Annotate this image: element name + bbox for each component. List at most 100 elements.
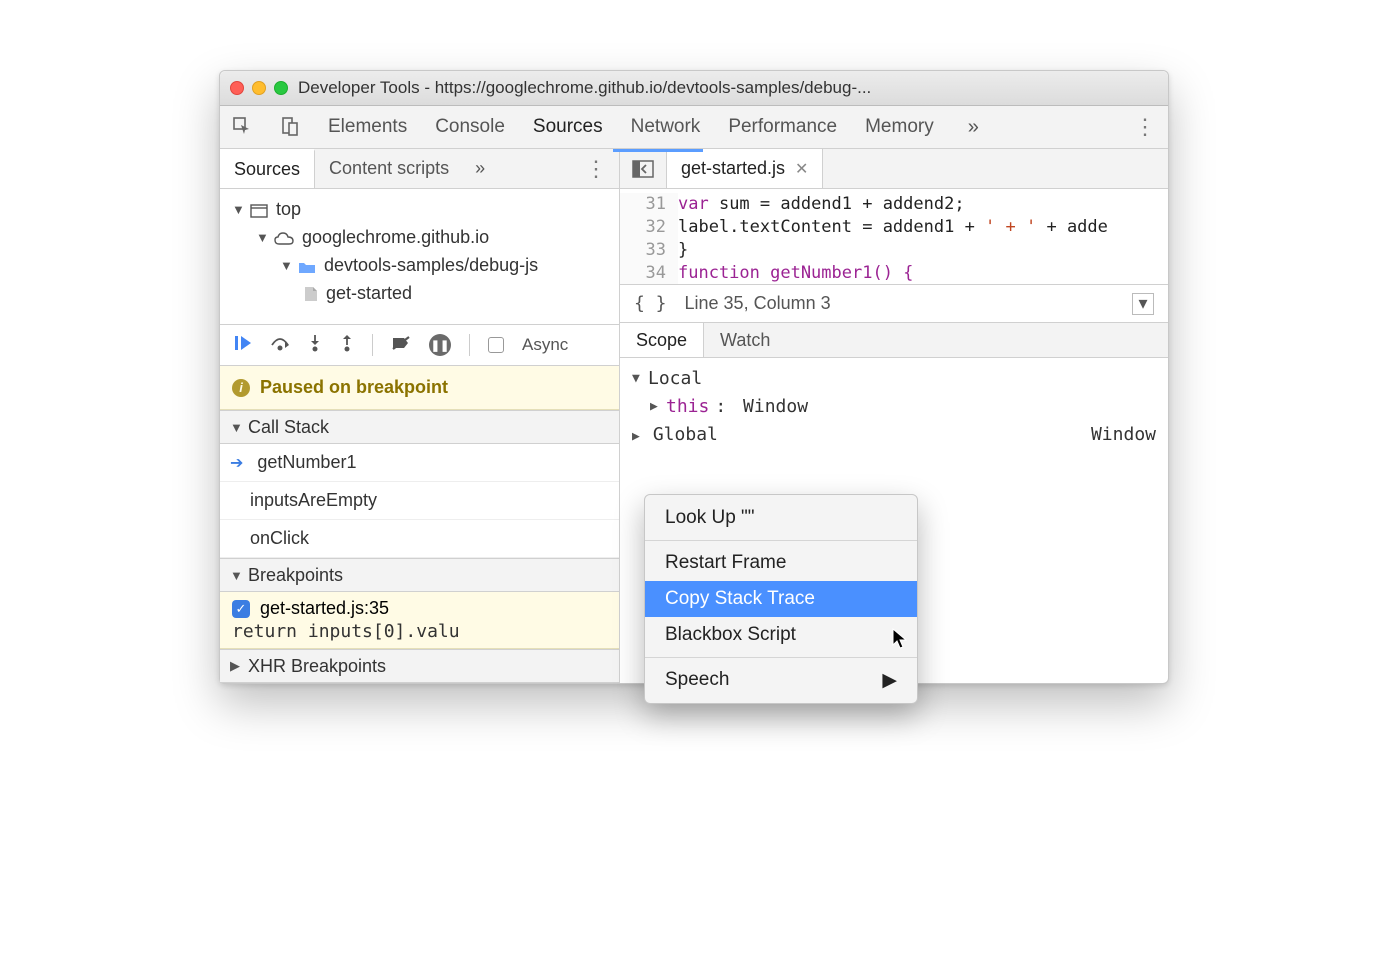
pretty-print-icon[interactable]: { } [634,293,667,314]
callstack-item[interactable]: onClick [220,520,619,558]
submenu-arrow-icon: ▶ [882,669,897,692]
tab-scope[interactable]: Scope [620,323,704,357]
scope-this-key: this [666,396,709,417]
editor-tab[interactable]: get-started.js ✕ [667,149,823,188]
subtab-sources[interactable]: Sources [220,149,315,188]
callstack-item[interactable]: ➔ getNumber1 [220,444,619,482]
disclosure-triangle-icon[interactable]: ▼ [232,202,242,217]
mouse-cursor-icon [892,628,910,656]
folder-icon [298,255,316,276]
active-tab-indicator [613,149,703,152]
callstack-header-label: Call Stack [248,417,329,438]
callstack-item-label: onClick [250,528,309,549]
menu-separator [645,657,917,658]
scope-global[interactable]: ▶ Global Window [632,420,1156,448]
window-title: Developer Tools - https://googlechrome.g… [298,78,871,98]
tree-domain[interactable]: ▼ googlechrome.github.io [228,223,611,251]
subtab-content-scripts[interactable]: Content scripts [315,149,463,188]
disclosure-triangle-icon[interactable]: ▶ [650,399,660,414]
disclosure-triangle-icon[interactable]: ▶ [230,658,240,674]
tree-folder[interactable]: ▼ devtools-samples/debug-js [228,251,611,279]
async-label: Async [522,335,568,355]
info-icon: i [232,379,250,397]
disclosure-triangle-icon[interactable]: ▶ [632,429,642,444]
resume-icon[interactable] [234,334,252,357]
debugger-toolbar: ❚❚ Async [220,324,619,366]
xhr-breakpoints-header[interactable]: ▶ XHR Breakpoints [220,649,619,683]
tab-memory[interactable]: Memory [865,116,934,138]
step-over-icon[interactable] [270,335,290,356]
pause-exceptions-icon[interactable]: ❚❚ [429,334,451,356]
async-checkbox[interactable] [488,337,504,353]
pause-banner: i Paused on breakpoint [220,366,619,410]
toolbar-divider [372,334,373,356]
breakpoints-header[interactable]: ▼ Breakpoints [220,558,619,592]
scope-this-value: Window [743,396,808,417]
close-tab-icon[interactable]: ✕ [795,159,808,179]
breakpoints-header-label: Breakpoints [248,565,343,586]
main-tab-bar: Elements Console Sources Network Perform… [220,106,1168,149]
tree-top-label: top [276,199,301,220]
editor-status-bar: { } Line 35, Column 3 ▾ [620,284,1168,322]
close-window-icon[interactable] [230,81,244,95]
callstack-header[interactable]: ▼ Call Stack [220,410,619,444]
current-frame-icon: ➔ [230,453,243,473]
callstack-item[interactable]: inputsAreEmpty [220,482,619,520]
ctx-restart-frame[interactable]: Restart Frame [645,545,917,581]
breakpoint-label: get-started.js:35 [260,598,389,619]
breakpoint-item[interactable]: ✓ get-started.js:35 return inputs[0].val… [220,592,619,649]
scope-global-label: Global [653,424,718,445]
traffic-lights [230,81,288,95]
scope-this[interactable]: ▶ this: Window [632,392,1156,420]
settings-kebab-icon[interactable]: ⋮ [1134,114,1156,140]
navigator-toggle-icon[interactable] [620,149,667,188]
window-titlebar: Developer Tools - https://googlechrome.g… [220,71,1168,106]
tab-sources[interactable]: Sources [533,116,603,138]
subtabs-kebab-icon[interactable]: ⋮ [573,156,619,182]
tab-watch[interactable]: Watch [704,323,786,357]
disclosure-triangle-icon[interactable]: ▼ [230,420,240,435]
breakpoint-checkbox[interactable]: ✓ [232,600,250,618]
callstack-item-label: inputsAreEmpty [250,490,377,511]
tab-console[interactable]: Console [435,116,505,138]
scope-panel: ▼ Local ▶ this: Window ▶ Global Window [620,358,1168,454]
inspect-element-icon[interactable] [232,116,252,139]
tab-network[interactable]: Network [631,116,701,138]
ctx-speech[interactable]: Speech▶ [645,662,917,698]
disclosure-triangle-icon[interactable]: ▼ [632,371,642,386]
ctx-blackbox-script[interactable]: Blackbox Script [645,617,917,653]
tab-performance[interactable]: Performance [728,116,837,138]
cursor-position: Line 35, Column 3 [685,293,831,314]
tree-file[interactable]: get-started [228,279,611,307]
disclosure-triangle-icon[interactable]: ▼ [230,568,240,583]
step-into-icon[interactable] [308,334,322,357]
tree-folder-label: devtools-samples/debug-js [324,255,538,276]
line-number: 34 [620,262,678,284]
callstack-item-label: getNumber1 [257,452,356,473]
left-pane: Sources Content scripts » ⋮ ▼ top ▼ goog… [220,149,620,683]
scope-local-label: Local [648,368,702,389]
disclosure-triangle-icon[interactable]: ▼ [280,258,290,273]
maximize-window-icon[interactable] [274,81,288,95]
scope-local[interactable]: ▼ Local [632,364,1156,392]
file-tree: ▼ top ▼ googlechrome.github.io ▼ devtool… [220,189,619,324]
devtools-window: Developer Tools - https://googlechrome.g… [219,70,1169,684]
sources-subtabs: Sources Content scripts » ⋮ [220,149,619,189]
minimize-window-icon[interactable] [252,81,266,95]
more-subtabs-icon[interactable]: » [463,158,497,179]
deactivate-breakpoints-icon[interactable] [391,335,411,356]
line-number: 33 [620,239,678,262]
tab-elements[interactable]: Elements [328,116,407,138]
tree-file-label: get-started [326,283,412,304]
ctx-copy-stack-trace[interactable]: Copy Stack Trace [645,581,917,617]
window-frame-icon [250,199,268,220]
tree-top[interactable]: ▼ top [228,195,611,223]
code-editor[interactable]: 31 var sum = addend1 + addend2; 32 label… [620,189,1168,284]
disclosure-triangle-icon[interactable]: ▼ [256,230,266,245]
more-tabs-icon[interactable]: » [968,116,979,139]
device-toggle-icon[interactable] [280,116,300,139]
step-out-icon[interactable] [340,334,354,357]
scope-tabbar: Scope Watch [620,322,1168,358]
status-dropdown-icon[interactable]: ▾ [1132,293,1154,315]
ctx-look-up[interactable]: Look Up "" [645,500,917,536]
